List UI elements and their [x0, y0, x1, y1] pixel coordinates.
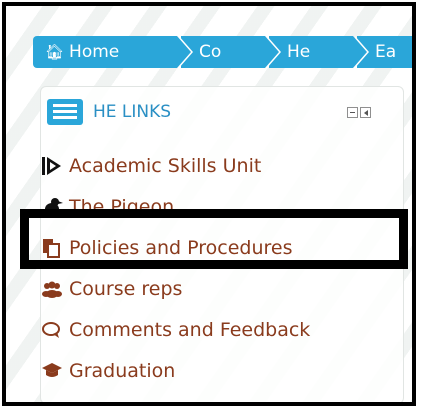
breadcrumb-label: Ea: [375, 42, 397, 62]
link-label: Comments and Feedback: [69, 318, 311, 341]
link-label: Course reps: [69, 277, 183, 300]
documents-icon: [41, 237, 63, 259]
breadcrumb-label: Home: [69, 42, 120, 62]
graduation-cap-icon: [41, 360, 63, 382]
link-academic-skills-unit[interactable]: Academic Skills Unit: [41, 145, 310, 186]
link-graduation[interactable]: Graduation: [41, 350, 310, 391]
play-flag-icon: [41, 155, 63, 177]
comments-icon: [41, 319, 63, 341]
breadcrumb-label: He: [287, 42, 311, 62]
links-list: Academic Skills Unit The Pigeon Policies…: [41, 145, 310, 391]
block-header: HE LINKS: [47, 99, 171, 125]
home-icon: 🏠︎: [45, 43, 65, 61]
users-icon: [41, 278, 63, 300]
dock-icon[interactable]: [360, 107, 371, 118]
breadcrumb: 🏠︎ Home Co He Ea: [33, 36, 412, 68]
link-course-reps[interactable]: Course reps: [41, 268, 310, 309]
pigeon-icon: [41, 196, 63, 218]
link-the-pigeon[interactable]: The Pigeon: [41, 186, 310, 227]
link-policies-and-procedures[interactable]: Policies and Procedures: [41, 227, 310, 268]
link-label: The Pigeon: [69, 195, 175, 218]
screenshot-frame: 🏠︎ Home Co He Ea HE LINKS Academic Skill…: [2, 2, 416, 406]
block-controls: [347, 107, 371, 118]
block-title: HE LINKS: [93, 102, 172, 122]
link-comments-and-feedback[interactable]: Comments and Feedback: [41, 309, 310, 350]
breadcrumb-label: Co: [199, 42, 222, 62]
link-label: Graduation: [69, 359, 176, 382]
minimize-icon[interactable]: [347, 107, 358, 118]
link-label: Policies and Procedures: [69, 236, 293, 259]
list-icon: [47, 99, 83, 125]
he-links-block: HE LINKS Academic Skills Unit The Pigeon…: [40, 86, 404, 402]
link-label: Academic Skills Unit: [69, 154, 262, 177]
breadcrumb-item-he[interactable]: He: [269, 36, 369, 68]
breadcrumb-home[interactable]: 🏠︎ Home: [33, 36, 193, 68]
breadcrumb-item-co[interactable]: Co: [181, 36, 281, 68]
